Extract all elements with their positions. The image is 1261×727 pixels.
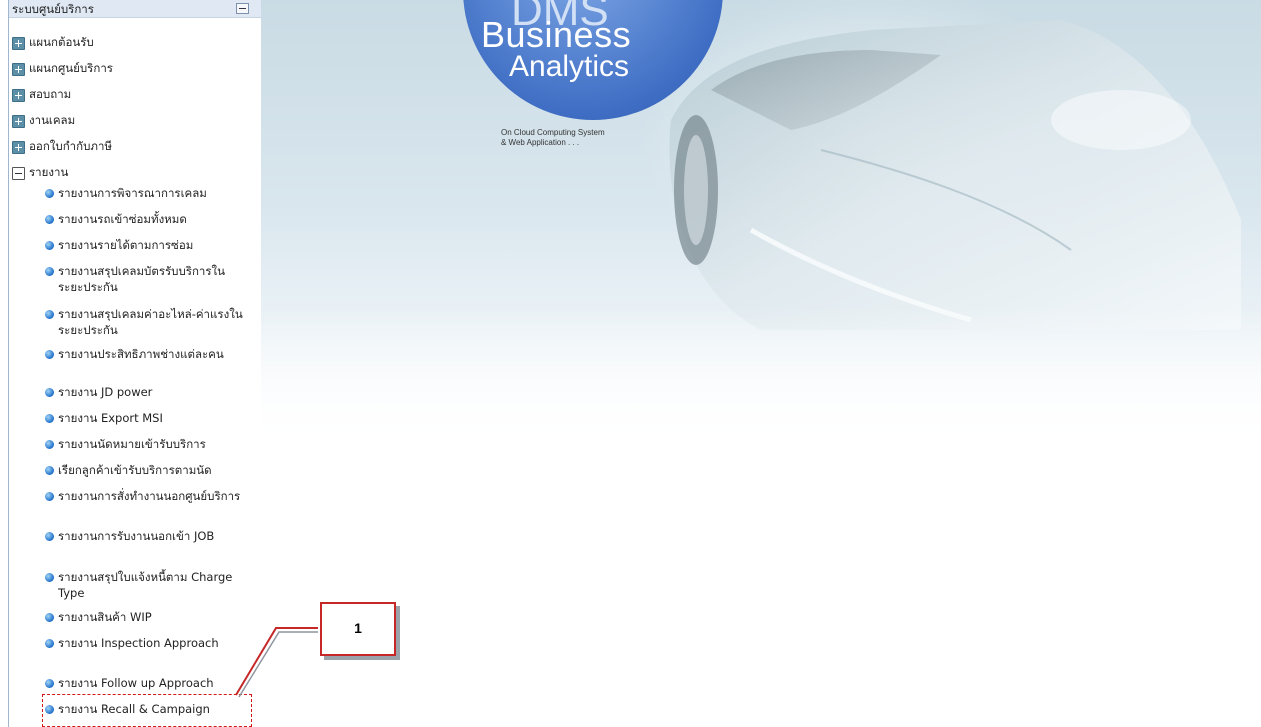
highlight-recall-campaign xyxy=(42,694,252,727)
report-item-wip[interactable]: รายงานสินค้า WIP xyxy=(44,609,250,625)
menu-group-label: ออกใบกำกับภาษี xyxy=(29,139,112,153)
report-item-jd-power[interactable]: รายงาน JD power xyxy=(44,384,250,400)
menu-group-inquiry[interactable]: สอบถาม xyxy=(12,85,71,105)
bullet-dot-icon xyxy=(45,241,54,250)
bullet-dot-icon xyxy=(45,440,54,449)
bullet-dot-icon xyxy=(45,310,54,319)
report-item-label[interactable]: เรียกลูกค้าเข้ารับบริการตามนัด xyxy=(58,463,212,477)
report-item-label[interactable]: รายงาน Follow up Approach xyxy=(58,676,214,690)
collapse-panel-icon[interactable] xyxy=(236,3,249,14)
tagline-line-2: & Web Application . . . xyxy=(501,138,580,147)
report-item-technician-efficiency[interactable]: รายงานประสิทธิภาพช่างแต่ละคน xyxy=(44,346,250,362)
report-item-label[interactable]: รายงานรายได้ตามการซ่อม xyxy=(58,238,193,252)
menu-group-label: สอบถาม xyxy=(29,87,72,101)
report-item-label[interactable]: รายงาน Inspection Approach xyxy=(58,636,219,650)
report-item-label[interactable]: รายงาน Export MSI xyxy=(58,411,163,425)
report-item-call-customers[interactable]: เรียกลูกค้าเข้ารับบริการตามนัด xyxy=(44,462,250,478)
sidebar-menu: ระบบศูนย์บริการ แผนกต้อนรับ แผนกศูนย์บริ… xyxy=(8,0,261,727)
bullet-dot-icon xyxy=(45,492,54,501)
report-item-label[interactable]: รายงานนัดหมายเข้ารับบริการ xyxy=(58,437,206,451)
bullet-dot-icon xyxy=(45,613,54,622)
bullet-dot-icon xyxy=(45,466,54,475)
report-item-label[interactable]: รายงาน JD power xyxy=(58,385,152,399)
report-item-appointments[interactable]: รายงานนัดหมายเข้ารับบริการ xyxy=(44,436,250,452)
plus-box-icon[interactable] xyxy=(12,62,25,76)
plus-box-icon[interactable] xyxy=(12,36,25,50)
report-item-label[interactable]: รายงานรถเข้าซ่อมทั้งหมด xyxy=(58,212,187,226)
menu-group-service-center[interactable]: แผนกศูนย์บริการ xyxy=(12,59,113,79)
menu-group-label: แผนกศูนย์บริการ xyxy=(29,61,113,75)
bullet-dot-icon xyxy=(45,267,54,276)
bullet-dot-icon xyxy=(45,215,54,224)
plus-box-icon[interactable] xyxy=(12,114,25,128)
menu-group-reports[interactable]: รายงาน xyxy=(12,163,68,183)
menu-group-label: รายงาน xyxy=(29,165,69,179)
menu-group-claims[interactable]: งานเคลม xyxy=(12,111,75,131)
report-item-outsource-to-job[interactable]: รายงานการรับงานนอกเข้า JOB xyxy=(44,528,250,544)
welcome-banner: DMS Business Analytics On Cloud Computin… xyxy=(261,0,1261,446)
report-item-label[interactable]: รายงานสินค้า WIP xyxy=(58,610,152,624)
sidebar-title: ระบบศูนย์บริการ xyxy=(12,2,94,16)
menu-group-tax-invoice[interactable]: ออกใบกำกับภาษี xyxy=(12,137,112,157)
menu-group-label: งานเคลม xyxy=(29,113,76,127)
plus-box-icon[interactable] xyxy=(12,140,25,154)
bullet-dot-icon xyxy=(45,573,54,582)
report-item-claim-review[interactable]: รายงานการพิจารณาการเคลม xyxy=(44,185,250,201)
bullet-dot-icon xyxy=(45,639,54,648)
report-item-all-repairs[interactable]: รายงานรถเข้าซ่อมทั้งหมด xyxy=(44,211,250,227)
menu-group-reception[interactable]: แผนกต้อนรับ xyxy=(12,33,94,53)
callout-step-1: 1 xyxy=(320,602,396,656)
report-item-inspection-approach[interactable]: รายงาน Inspection Approach xyxy=(44,635,250,651)
report-item-warranty-service-card[interactable]: รายงานสรุปเคลมบัตรรับบริการในระยะประกัน xyxy=(44,263,250,295)
report-item-outsource-orders[interactable]: รายงานการสั่งทำงานนอกศูนย์บริการ xyxy=(44,488,250,504)
report-item-label[interactable]: รายงานการรับงานนอกเข้า JOB xyxy=(58,529,214,543)
report-item-label[interactable]: รายงานสรุปเคลมค่าอะไหล่-ค่าแรงในระยะประก… xyxy=(58,307,243,337)
bullet-dot-icon xyxy=(45,414,54,423)
report-item-label[interactable]: รายงานการพิจารณาการเคลม xyxy=(58,186,207,200)
report-item-export-msi[interactable]: รายงาน Export MSI xyxy=(44,410,250,426)
tagline: On Cloud Computing System & Web Applicat… xyxy=(501,128,605,148)
report-item-label[interactable]: รายงานสรุปใบแจ้งหนี้ตาม Charge Type xyxy=(58,570,232,600)
menu-group-label: แผนกต้อนรับ xyxy=(29,35,94,49)
report-item-invoice-charge-type[interactable]: รายงานสรุปใบแจ้งหนี้ตาม Charge Type xyxy=(44,569,250,601)
bullet-dot-icon xyxy=(45,350,54,359)
banner-fade xyxy=(261,306,1261,446)
report-item-follow-up-approach[interactable]: รายงาน Follow up Approach xyxy=(44,675,250,691)
bullet-dot-icon xyxy=(45,189,54,198)
callout-number: 1 xyxy=(354,620,362,636)
bullet-dot-icon xyxy=(45,679,54,688)
report-item-repair-revenue[interactable]: รายงานรายได้ตามการซ่อม xyxy=(44,237,250,253)
plus-box-icon[interactable] xyxy=(12,88,25,102)
sidebar-header[interactable]: ระบบศูนย์บริการ xyxy=(9,0,261,18)
logo-analytics-text: Analytics xyxy=(509,50,630,83)
bullet-dot-icon xyxy=(45,388,54,397)
bullet-dot-icon xyxy=(45,532,54,541)
report-item-label[interactable]: รายงานสรุปเคลมบัตรรับบริการในระยะประกัน xyxy=(58,264,225,294)
report-item-label[interactable]: รายงานการสั่งทำงานนอกศูนย์บริการ xyxy=(58,489,240,503)
report-item-warranty-parts-labor[interactable]: รายงานสรุปเคลมค่าอะไหล่-ค่าแรงในระยะประก… xyxy=(44,306,250,338)
minus-box-icon[interactable] xyxy=(12,166,25,180)
tagline-line-1: On Cloud Computing System xyxy=(501,128,605,137)
report-item-label[interactable]: รายงานประสิทธิภาพช่างแต่ละคน xyxy=(58,347,224,361)
car-illustration xyxy=(669,20,1241,330)
